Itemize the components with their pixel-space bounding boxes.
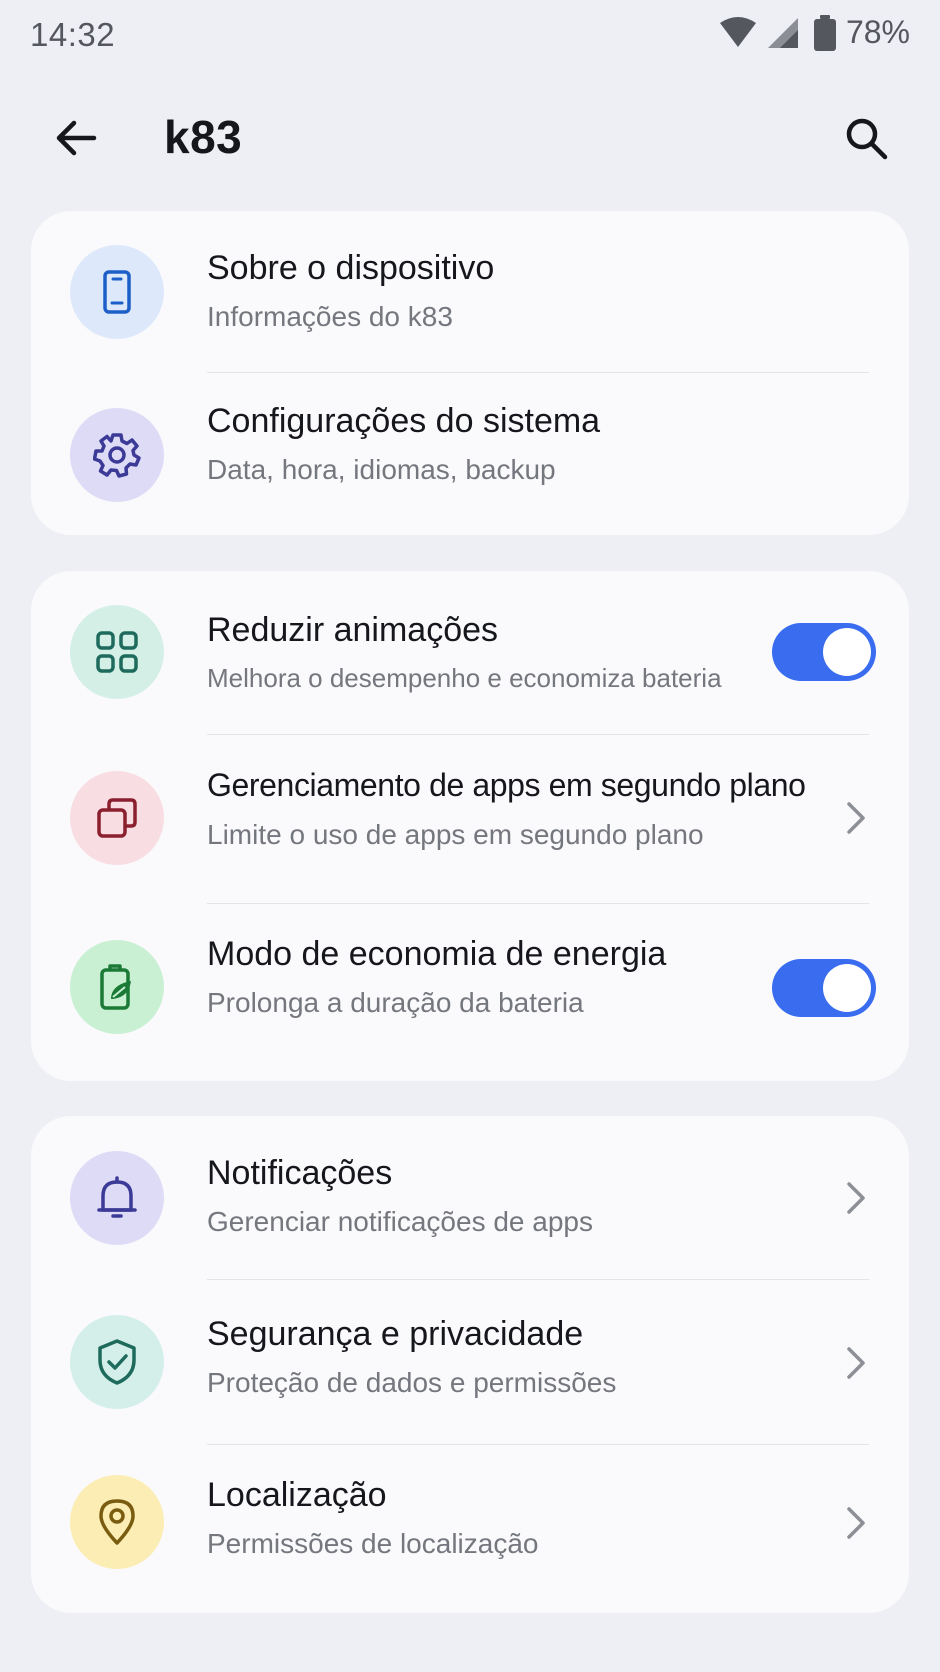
arrow-back-icon: [54, 118, 98, 163]
chevron-right-icon: [841, 1178, 871, 1218]
list-item-reduce-animations[interactable]: Reduzir animações Melhora o desempenho e…: [31, 571, 909, 734]
toggle-knob: [823, 628, 871, 676]
row-title: Notificações: [207, 1154, 393, 1192]
list-item-security-privacy[interactable]: Segurança e privacidade Proteção de dado…: [31, 1280, 909, 1444]
gear-icon: [70, 408, 164, 502]
search-button[interactable]: [836, 110, 896, 170]
row-subtitle: Proteção de dados e permissões: [207, 1367, 617, 1398]
bell-icon: [70, 1151, 164, 1245]
list-item-location[interactable]: Localização Permissões de localização: [31, 1445, 909, 1613]
row-subtitle: Data, hora, idiomas, backup: [207, 454, 556, 485]
chevron-right-icon: [841, 798, 871, 838]
settings-card-device: Sobre o dispositivo Informações do k83 C…: [31, 211, 909, 535]
reduce-animations-toggle[interactable]: [772, 623, 876, 681]
battery-percentage: 78%: [845, 14, 910, 50]
status-bar: 14:32 78%: [0, 0, 940, 70]
phone-icon: [70, 245, 164, 339]
grid-icon: [70, 605, 164, 699]
row-title: Sobre o dispositivo: [207, 249, 495, 287]
row-subtitle: Gerenciar notificações de apps: [207, 1206, 593, 1237]
list-item-power-saving[interactable]: Modo de economia de energia Prolonga a d…: [31, 904, 909, 1081]
list-item-about-device[interactable]: Sobre o dispositivo Informações do k83: [31, 211, 909, 373]
row-subtitle: Prolonga a duração da bateria: [207, 987, 584, 1018]
row-subtitle: Informações do k83: [207, 301, 453, 332]
page-title: k83: [164, 111, 243, 163]
wifi-icon: [718, 15, 758, 51]
top-app-bar: k83: [0, 90, 940, 190]
battery-icon: [813, 14, 836, 51]
status-time: 14:32: [30, 16, 116, 53]
battery-leaf-icon: [70, 940, 164, 1034]
shield-check-icon: [70, 1315, 164, 1409]
list-item-notifications[interactable]: Notificações Gerenciar notificações de a…: [31, 1116, 909, 1279]
row-subtitle: Limite o uso de apps em segundo plano: [207, 819, 704, 850]
chevron-right-icon: [841, 1503, 871, 1543]
row-title: Reduzir animações: [207, 611, 499, 649]
signal-icon: [766, 16, 800, 50]
chevron-right-icon: [841, 1343, 871, 1383]
layers-icon: [70, 771, 164, 865]
row-subtitle: Permissões de localização: [207, 1528, 539, 1559]
row-title: Configurações do sistema: [207, 402, 601, 440]
back-button[interactable]: [46, 112, 106, 168]
power-saving-toggle[interactable]: [772, 959, 876, 1017]
location-pin-icon: [70, 1475, 164, 1569]
row-title: Modo de economia de energia: [207, 935, 667, 973]
list-item-background-apps[interactable]: Gerenciamento de apps em segundo plano L…: [31, 735, 909, 903]
row-subtitle: Melhora o desempenho e economiza bateria: [207, 663, 722, 693]
toggle-knob: [823, 964, 871, 1012]
row-title: Segurança e privacidade: [207, 1315, 584, 1353]
settings-screen: 14:32 78% k83 Sobre o dispositivo Inform…: [0, 0, 940, 1672]
search-icon: [844, 116, 888, 165]
row-title: Localização: [207, 1476, 387, 1514]
settings-card-performance: Reduzir animações Melhora o desempenho e…: [31, 571, 909, 1081]
status-icons: 78%: [718, 14, 910, 51]
row-title: Gerenciamento de apps em segundo plano: [207, 767, 806, 803]
list-item-system-settings[interactable]: Configurações do sistema Data, hora, idi…: [31, 373, 909, 535]
settings-card-privacy: Notificações Gerenciar notificações de a…: [31, 1116, 909, 1613]
